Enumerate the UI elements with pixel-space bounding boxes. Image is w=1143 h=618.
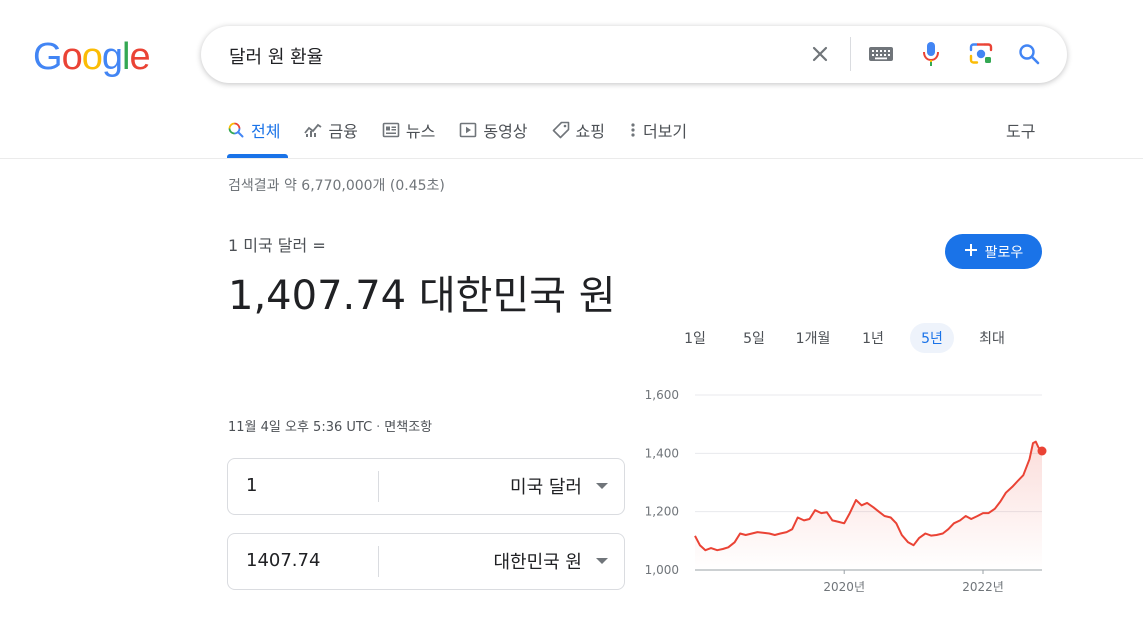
search-icon[interactable] xyxy=(1015,40,1043,68)
mic-icon[interactable] xyxy=(917,40,945,68)
tab-finance[interactable]: 금융 xyxy=(304,118,358,142)
separator: · xyxy=(376,420,381,435)
news-icon xyxy=(382,121,400,139)
range-tab-5y[interactable]: 5년 xyxy=(910,323,954,353)
disclaimer-link[interactable]: 면책조항 xyxy=(384,420,432,435)
to-currency-field: 1407.74 대한민국 원 xyxy=(227,533,625,590)
to-currency-select[interactable]: 대한민국 원 xyxy=(493,548,582,574)
tab-label: 금융 xyxy=(328,122,358,141)
tab-all[interactable]: 전체 xyxy=(227,118,280,142)
search-input[interactable]: 달러 원 환율 xyxy=(229,43,323,69)
tag-icon xyxy=(552,121,570,139)
timestamp: 11월 4일 오후 5:36 UTC xyxy=(228,420,373,435)
logo-letter: g xyxy=(101,36,123,78)
follow-button[interactable]: 팔로우 xyxy=(945,234,1042,269)
exchange-rate-chart[interactable]: 1,600 1,400 1,200 1,000 2020년 2022년 xyxy=(637,380,1057,605)
tab-shopping[interactable]: 쇼핑 xyxy=(552,118,605,142)
dropdown-arrow-icon[interactable] xyxy=(596,558,608,564)
chart-area-fill xyxy=(695,441,1042,570)
to-amount-input[interactable]: 1407.74 xyxy=(246,550,320,571)
tab-label: 쇼핑 xyxy=(575,122,605,141)
conversion-from-label: 1 미국 달러 = xyxy=(228,236,326,255)
range-tab-max[interactable]: 최대 xyxy=(972,323,1012,353)
search-box[interactable]: 달러 원 환율 xyxy=(201,26,1067,83)
tab-more[interactable]: 더보기 xyxy=(629,118,687,142)
tab-label: 더보기 xyxy=(642,122,688,141)
plus-icon xyxy=(964,243,978,261)
from-currency-select[interactable]: 미국 달러 xyxy=(510,473,582,499)
range-tab-5d[interactable]: 5일 xyxy=(734,323,774,353)
logo-letter: G xyxy=(33,36,63,78)
tab-label: 전체 xyxy=(251,122,281,141)
range-tab-1d[interactable]: 1일 xyxy=(675,323,715,353)
tab-videos[interactable]: 동영상 xyxy=(459,118,528,142)
y-tick-label: 1,200 xyxy=(645,505,679,519)
more-vert-icon xyxy=(629,121,637,139)
conversion-timestamp-line: 11월 4일 오후 5:36 UTC · 면책조항 xyxy=(228,416,432,435)
follow-label: 팔로우 xyxy=(984,244,1024,261)
y-tick-label: 1,600 xyxy=(645,388,679,402)
field-divider xyxy=(378,546,379,577)
x-tick-label: 2020년 xyxy=(823,580,865,594)
from-currency-field: 1 미국 달러 xyxy=(227,458,625,515)
field-divider xyxy=(378,471,379,502)
range-tab-1y[interactable]: 1년 xyxy=(853,323,893,353)
google-logo[interactable]: Google xyxy=(33,36,151,79)
x-tick-label: 2022년 xyxy=(962,580,1004,594)
search-icon xyxy=(227,121,245,139)
from-amount-input[interactable]: 1 xyxy=(246,475,257,496)
logo-letter: l xyxy=(121,36,131,78)
chart-latest-point xyxy=(1037,446,1047,456)
close-icon[interactable] xyxy=(806,40,834,68)
result-stats: 검색결과 약 6,770,000개 (0.45초) xyxy=(228,178,445,194)
keyboard-icon[interactable] xyxy=(867,40,895,68)
search-tabs: 전체 금융 뉴스 동영상 쇼핑 더보기 xyxy=(227,118,711,158)
range-tab-1m[interactable]: 1개월 xyxy=(788,323,838,353)
tab-label: 동영상 xyxy=(483,122,528,141)
tab-label: 뉴스 xyxy=(405,122,436,141)
header-divider xyxy=(0,158,1143,159)
logo-letter: e xyxy=(129,36,150,78)
logo-letter: o xyxy=(61,36,83,78)
y-tick-label: 1,400 xyxy=(645,446,679,460)
conversion-result: 1,407.74 대한민국 원 xyxy=(228,273,616,319)
finance-icon xyxy=(304,121,322,139)
logo-letter: o xyxy=(81,36,103,78)
y-tick-label: 1,000 xyxy=(645,563,679,577)
dropdown-arrow-icon[interactable] xyxy=(596,483,608,489)
camera-lens-icon[interactable] xyxy=(967,40,995,68)
tab-news[interactable]: 뉴스 xyxy=(382,118,435,142)
tools-button[interactable]: 도구 xyxy=(1006,118,1035,142)
play-icon xyxy=(459,121,477,139)
search-divider xyxy=(850,37,851,71)
